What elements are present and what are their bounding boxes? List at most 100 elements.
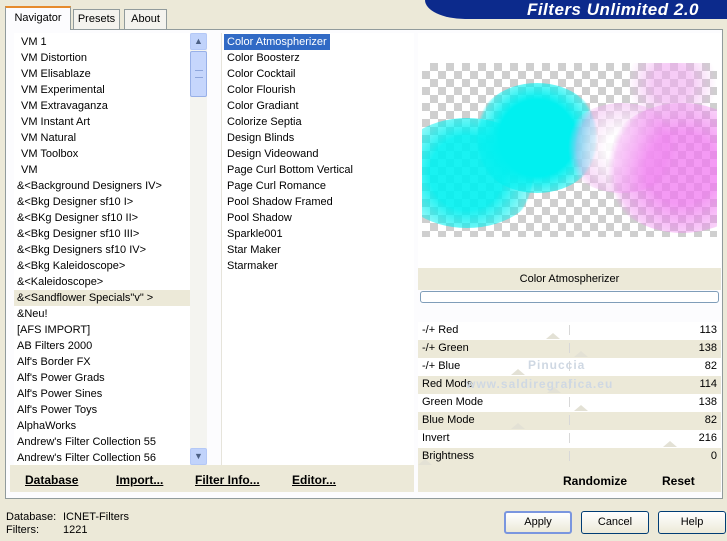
filter-item[interactable]: Color Cocktail [222,66,414,82]
filter-item[interactable]: Design Blinds [222,130,414,146]
randomize-button[interactable]: Randomize [563,474,627,488]
filter-item[interactable]: Starmaker [222,258,414,274]
filter-item[interactable]: Color Boosterz [222,50,414,66]
category-item[interactable]: AlphaWorks [14,418,190,434]
param-row[interactable]: -/+ Green 138 [418,340,721,358]
category-item[interactable]: &<Kaleidoscope> [14,274,190,290]
reset-button[interactable]: Reset [662,474,695,488]
filter-item[interactable]: Star Maker [222,242,414,258]
category-item[interactable]: &<Bkg Designers sf10 IV> [14,242,190,258]
category-item[interactable]: VM [14,162,190,178]
category-item[interactable]: Andrew's Filter Collection 56 [14,450,190,466]
category-item[interactable]: VM Elisablaze [14,66,190,82]
param-value: 138 [698,342,717,354]
param-value: 82 [704,414,717,426]
param-value: 113 [699,324,717,336]
param-row[interactable]: Blue Mode 82 [418,412,721,430]
filter-item[interactable]: Color Atmospherizer [224,34,330,50]
filter-item[interactable]: Colorize Septia [222,114,414,130]
database-button[interactable]: Database [25,473,78,487]
filter-item[interactable]: Color Flourish [222,82,414,98]
param-row[interactable]: Invert 216 [418,430,721,448]
filter-info-button[interactable]: Filter Info... [195,473,260,487]
tab-about[interactable]: About [124,9,167,29]
preview-actions-bar: Randomize Reset [418,466,721,492]
title-banner: Filters Unlimited 2.0 [425,0,727,19]
category-item[interactable]: Alf's Power Toys [14,402,190,418]
preview-filter-name: Color Atmospherizer [418,268,721,290]
param-label: -/+ Green [422,342,469,354]
category-item[interactable]: Alf's Border FX [14,354,190,370]
slider-knob[interactable] [546,333,560,339]
cancel-button[interactable]: Cancel [581,511,649,534]
category-item[interactable]: &<Bkg Kaleidoscope> [14,258,190,274]
filter-item[interactable]: Color Gradiant [222,98,414,114]
param-label: -/+ Blue [422,360,461,372]
watermark-name: Pinuccia [528,358,586,372]
watermark-url: www.saldiregrafica.eu [466,377,614,391]
category-item[interactable]: Andrew's Filter Collection 55 [14,434,190,450]
tab-presets[interactable]: Presets [73,9,120,29]
filters-count-label: Filters: [6,524,39,536]
help-button[interactable]: Help [658,511,726,534]
slider-knob[interactable] [511,369,525,375]
param-row[interactable]: -/+ Red 113 [418,322,721,340]
category-item[interactable]: &<Bkg Designer sf10 I> [14,194,190,210]
category-item[interactable]: &<Background Designers IV> [14,178,190,194]
param-value: 216 [698,432,717,444]
category-item[interactable]: VM 1 [14,34,190,50]
scroll-thumb[interactable] [190,51,207,97]
import-button[interactable]: Import... [116,473,163,487]
category-item[interactable]: &<BKg Designer sf10 II> [14,210,190,226]
preview-image[interactable] [422,63,717,237]
category-list[interactable]: VM 1 VM Distortion VM Elisablaze VM Experim… [14,33,190,465]
preview-frame [418,33,721,268]
param-label: Brightness [422,450,474,462]
param-label: Blue Mode [422,414,475,426]
apply-button[interactable]: Apply [504,511,572,534]
category-item[interactable]: Alf's Power Grads [14,370,190,386]
param-value: 114 [699,378,717,390]
param-row[interactable]: Green Mode 138 [418,394,721,412]
category-item[interactable]: VM Extravaganza [14,98,190,114]
filters-count-value: 1221 [63,524,88,536]
scroll-up-icon[interactable]: ▲ [190,33,207,50]
param-value: 82 [704,360,717,372]
parameter-sliders: -/+ Red 113 -/+ Green 138 -/+ Blue 82 Red Mode… [418,322,721,466]
database-value: ICNET-Filters [63,511,129,523]
category-item[interactable]: VM Instant Art [14,114,190,130]
category-item[interactable]: VM Experimental [14,82,190,98]
database-label: Database: [6,511,57,523]
filter-item[interactable]: Page Curl Bottom Vertical [222,162,414,178]
category-item[interactable]: Alf's Power Sines [14,386,190,402]
param-label: -/+ Red [422,324,459,336]
slider-knob[interactable] [511,423,525,429]
filter-list[interactable]: Color Atmospherizer Color Boosterz Color C… [221,33,414,465]
param-row[interactable]: Brightness 0 [418,448,721,466]
slider-knob[interactable] [663,441,677,447]
slider-knob[interactable] [574,405,588,411]
param-value: 0 [710,450,717,462]
category-item[interactable]: [AFS IMPORT] [14,322,190,338]
slider-knob[interactable] [574,351,588,357]
category-scrollbar[interactable]: ▲ ▼ [190,33,207,465]
scroll-down-icon[interactable]: ▼ [190,448,207,465]
category-item[interactable]: VM Natural [14,130,190,146]
category-item[interactable]: VM Toolbox [14,146,190,162]
category-item[interactable]: AB Filters 2000 [14,338,190,354]
filter-item[interactable]: Pool Shadow [222,210,414,226]
category-item[interactable]: &<Bkg Designer sf10 III> [14,226,190,242]
filter-item[interactable]: Sparkle001 [222,226,414,242]
filter-item[interactable]: Pool Shadow Framed [222,194,414,210]
param-label: Invert [422,432,450,444]
filter-item[interactable]: Page Curl Romance [222,178,414,194]
tab-navigator[interactable]: Navigator [5,6,71,30]
category-item[interactable]: VM Distortion [14,50,190,66]
editor-button[interactable]: Editor... [292,473,336,487]
app-title: Filters Unlimited 2.0 [526,0,699,19]
filter-item[interactable]: Design Videowand [222,146,414,162]
category-item[interactable]: &Neu! [14,306,190,322]
list-actions-bar: Database Import... Filter Info... Editor… [10,465,414,492]
progress-bar [420,291,719,303]
category-item[interactable]: &<Sandflower Specials"v" > [14,290,190,306]
